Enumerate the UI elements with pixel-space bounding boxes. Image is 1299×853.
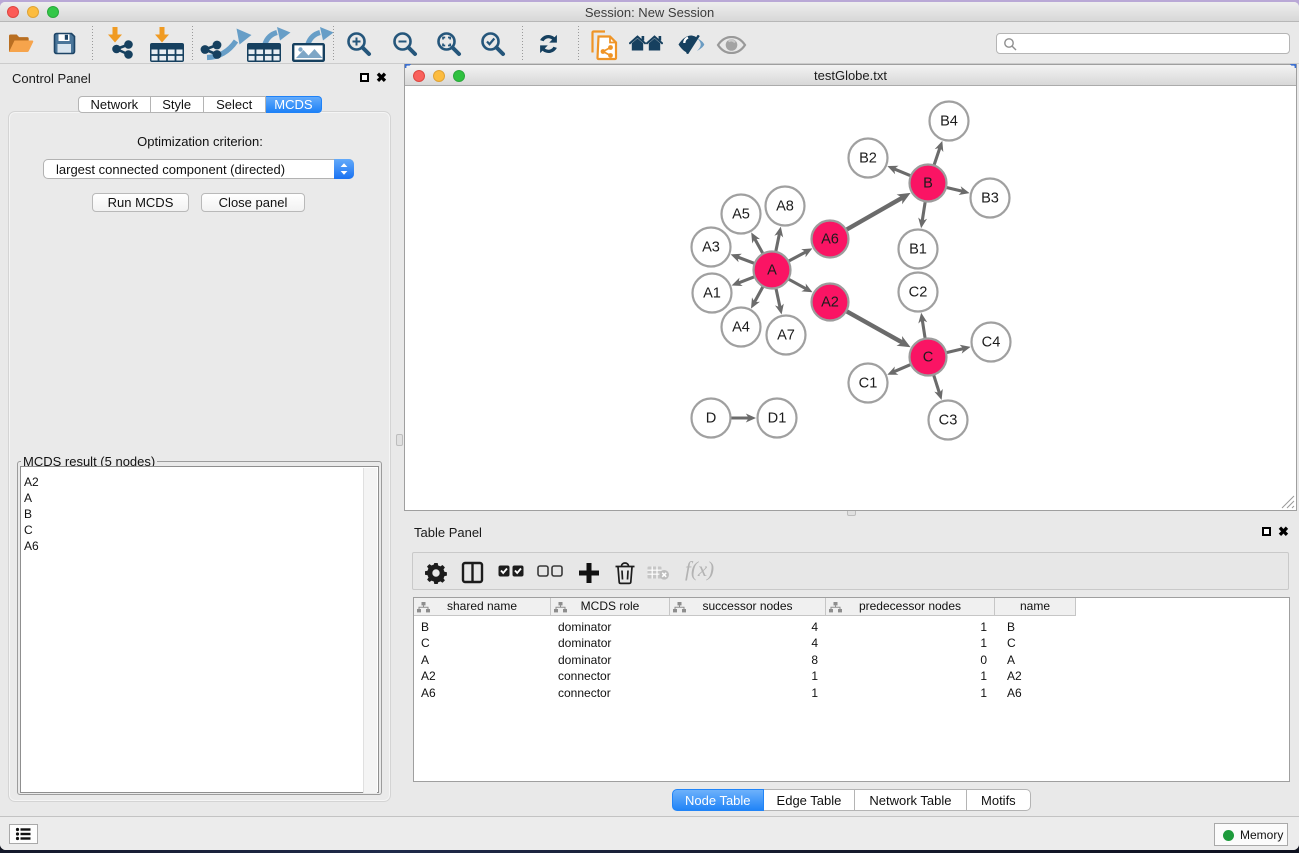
- svg-text:A1: A1: [703, 286, 721, 302]
- svg-text:A2: A2: [821, 295, 839, 311]
- svg-text:C3: C3: [939, 413, 958, 429]
- svg-text:B3: B3: [981, 191, 999, 207]
- svg-text:B1: B1: [909, 242, 927, 258]
- svg-text:A5: A5: [732, 207, 750, 223]
- svg-text:B2: B2: [859, 151, 877, 167]
- svg-text:C2: C2: [909, 285, 928, 301]
- svg-text:A3: A3: [702, 240, 720, 256]
- svg-text:C1: C1: [859, 376, 878, 392]
- svg-text:D: D: [706, 411, 717, 427]
- svg-text:B4: B4: [940, 114, 958, 130]
- svg-text:A6: A6: [821, 232, 839, 248]
- svg-text:A8: A8: [776, 199, 794, 215]
- svg-text:A4: A4: [732, 320, 750, 336]
- svg-text:B: B: [923, 176, 933, 192]
- svg-text:C: C: [923, 350, 934, 366]
- svg-text:C4: C4: [982, 335, 1001, 351]
- svg-text:A: A: [767, 263, 777, 279]
- svg-text:D1: D1: [768, 411, 787, 427]
- svg-text:A7: A7: [777, 328, 795, 344]
